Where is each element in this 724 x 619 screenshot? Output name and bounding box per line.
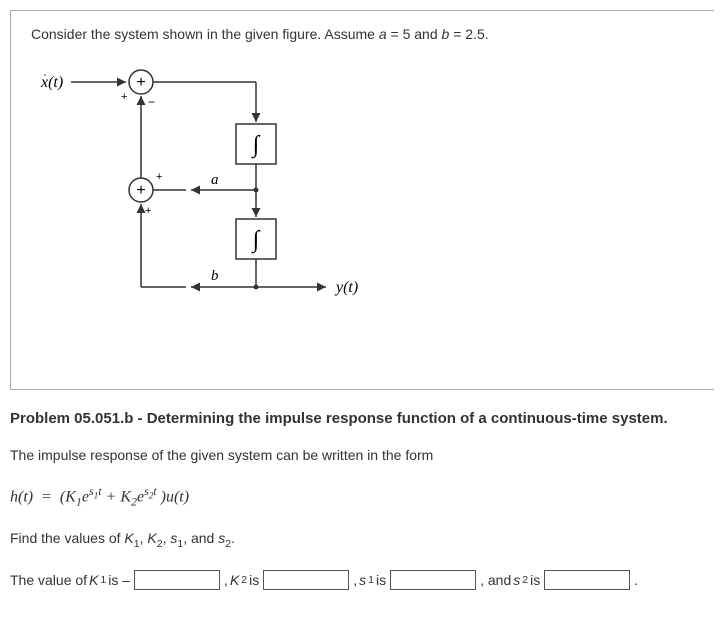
summer-2-sign-plus-r: +	[156, 171, 162, 183]
k1: K	[124, 530, 133, 546]
figure-container: Consider the system shown in the given f…	[10, 10, 714, 390]
summer-2-plus: +	[136, 182, 145, 199]
input-s2[interactable]	[544, 570, 630, 590]
input-s1[interactable]	[390, 570, 476, 590]
input-label: x(t)	[40, 74, 63, 91]
prompt-pre: Consider the system shown in the given f…	[31, 26, 379, 42]
equation: h(t) = (K1es1t + K2es2t )u(t)	[10, 484, 714, 510]
fill-in-line: The value of K1 is – , K2 is , s1 is , a…	[10, 570, 714, 590]
prompt-beq: = 2.5.	[449, 26, 488, 42]
gain-a-label: a	[211, 172, 219, 188]
body2-pre: Find the values of	[10, 530, 124, 546]
prompt-a: a	[379, 26, 387, 42]
summer-2-sign-plus-b: +	[145, 205, 151, 217]
output-label: y(t)	[334, 279, 358, 296]
integrator-2-symbol: ∫	[251, 227, 261, 254]
gain-b-label: b	[211, 268, 219, 284]
prompt-text: Consider the system shown in the given f…	[31, 26, 694, 42]
prompt-aeq: = 5 and	[387, 26, 442, 42]
summer-1-sign-plus: +	[121, 91, 127, 103]
problem-title: Problem 05.051.b - Determining the impul…	[10, 410, 714, 427]
body-line-2: Find the values of K1, K2, s1, and s2.	[10, 528, 714, 553]
integrator-1-symbol: ∫	[251, 132, 261, 159]
body-line-1: The impulse response of the given system…	[10, 445, 714, 466]
block-diagram: x(t) + + − ∫ a + + + ∫	[31, 62, 431, 342]
fill-pre: The value of	[10, 572, 87, 588]
summer-1-plus: +	[136, 74, 145, 91]
input-k1[interactable]	[134, 570, 220, 590]
summer-1-sign-minus: −	[148, 95, 155, 109]
k2: K	[147, 530, 156, 546]
input-k2[interactable]	[263, 570, 349, 590]
